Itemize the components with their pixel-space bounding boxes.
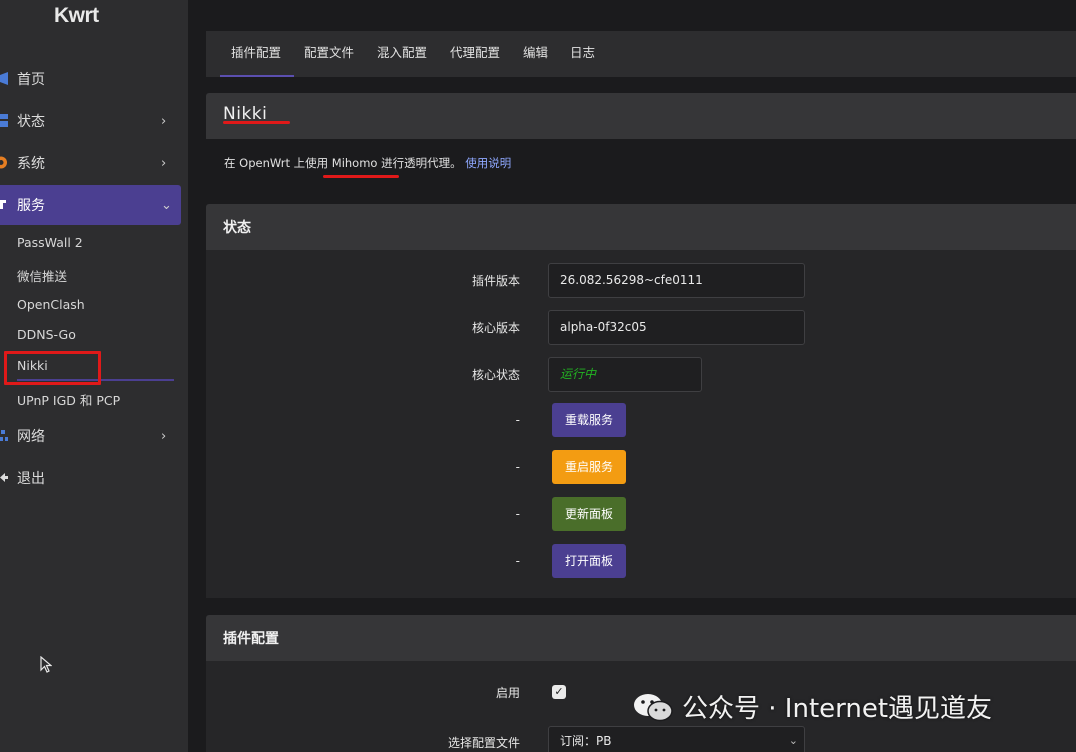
sidebar-item-label: 系统 (17, 156, 45, 172)
enable-checkbox[interactable]: ✓ (552, 685, 566, 699)
watermark-text: 公众号 · Internet遇见道友 (682, 694, 993, 724)
update-dashboard-button[interactable]: 更新面板 (552, 497, 626, 531)
sidebar-subitem-openclash[interactable]: OpenClash (17, 297, 85, 312)
highlight-box (4, 351, 101, 385)
chevron-right-icon: › (161, 155, 167, 171)
chevron-right-icon: › (161, 113, 167, 129)
desc-text: 在 OpenWrt 上使用 (224, 156, 329, 170)
sidebar-subitem-wechat-push[interactable]: 微信推送 (17, 266, 67, 285)
sidebar-item-network[interactable]: 网络 › (0, 416, 181, 456)
chevron-down-icon: ⌄ (161, 197, 172, 213)
sidebar-item-status[interactable]: 状态 › (0, 101, 181, 141)
sidebar-item-system[interactable]: 系统 › (0, 143, 181, 183)
profile-select-value: 订阅：PB (560, 734, 612, 748)
plugin-version-label: 插件版本 (471, 274, 520, 288)
watermark: 公众号 · Internet遇见道友 (632, 688, 992, 725)
sidebar-subitem-upnp[interactable]: UPnP IGD 和 PCP (17, 390, 120, 409)
plugin-version-field: 26.082.56298~cfe0111 (548, 263, 805, 298)
status-section (206, 250, 1076, 598)
status-section-header: 状态 (206, 204, 1076, 250)
sidebar-item-label: 状态 (17, 114, 45, 130)
wechat-icon (634, 693, 673, 721)
tab-plugin-config[interactable]: 插件配置 (220, 31, 294, 77)
section-title: 状态 (223, 220, 251, 236)
section-title: 插件配置 (223, 631, 279, 647)
home-icon (0, 72, 8, 85)
tab-proxy-config[interactable]: 代理配置 (450, 31, 500, 77)
core-version-field: alpha-0f32c05 (548, 310, 805, 345)
sidebar: Kwrt 首页 状态 › 系统 › 服务 ⌄ PassWall 2 微信推送 O… (0, 0, 188, 752)
enable-label: 启用 (495, 686, 520, 700)
dash-label: - (515, 507, 520, 521)
sidebar-item-label: 首页 (17, 72, 45, 88)
tab-profiles[interactable]: 配置文件 (304, 31, 354, 77)
tab-mixin-config[interactable]: 混入配置 (377, 31, 427, 77)
usage-link[interactable]: 使用说明 (465, 156, 511, 170)
red-underline (223, 121, 290, 124)
dash-label: - (515, 460, 520, 474)
open-dashboard-button[interactable]: 打开面板 (552, 544, 626, 578)
app-logo: Kwrt (54, 4, 99, 27)
core-status-label: 核心状态 (471, 368, 520, 382)
sidebar-item-logout[interactable]: 退出 (0, 458, 181, 498)
sidebar-item-home[interactable]: 首页 (0, 59, 181, 99)
plugin-config-section-header: 插件配置 (206, 615, 1076, 661)
sidebar-item-services[interactable]: 服务 ⌄ (0, 185, 181, 225)
mouse-cursor-icon (40, 656, 52, 673)
reload-service-button[interactable]: 重载服务 (552, 403, 626, 437)
desc-mihomo: Mihomo (331, 156, 378, 170)
sidebar-subitem-ddns-go[interactable]: DDNS-Go (17, 327, 76, 342)
page-description: 在 OpenWrt 上使用 Mihomo 进行透明代理。 使用说明 (224, 155, 511, 171)
dash-label: - (515, 413, 520, 427)
chevron-right-icon: › (161, 428, 167, 444)
status-icon (0, 114, 8, 127)
sidebar-item-label: 网络 (17, 429, 45, 445)
restart-service-button[interactable]: 重启服务 (552, 450, 626, 484)
logout-icon (0, 473, 8, 482)
core-status-field: 运行中 (548, 357, 702, 392)
sidebar-item-label: 服务 (17, 198, 45, 214)
chevron-down-icon: ⌄ (788, 734, 798, 747)
red-underline (323, 175, 399, 178)
profile-label: 选择配置文件 (447, 736, 520, 750)
gear-icon (0, 156, 7, 169)
profile-select[interactable]: 订阅：PB ⌄ (548, 726, 805, 752)
sidebar-subitem-passwall[interactable]: PassWall 2 (17, 235, 83, 250)
page-header: Nikki (206, 93, 1076, 139)
network-icon (0, 430, 8, 441)
services-icon (0, 200, 6, 209)
desc-text: 进行透明代理。 (381, 156, 462, 170)
tab-bar: 插件配置 配置文件 混入配置 代理配置 编辑 日志 (206, 31, 1076, 77)
tab-editor[interactable]: 编辑 (523, 31, 548, 77)
core-version-label: 核心版本 (471, 321, 520, 335)
sidebar-item-label: 退出 (17, 471, 45, 487)
dash-label: - (515, 554, 520, 568)
tab-logs[interactable]: 日志 (570, 31, 595, 77)
